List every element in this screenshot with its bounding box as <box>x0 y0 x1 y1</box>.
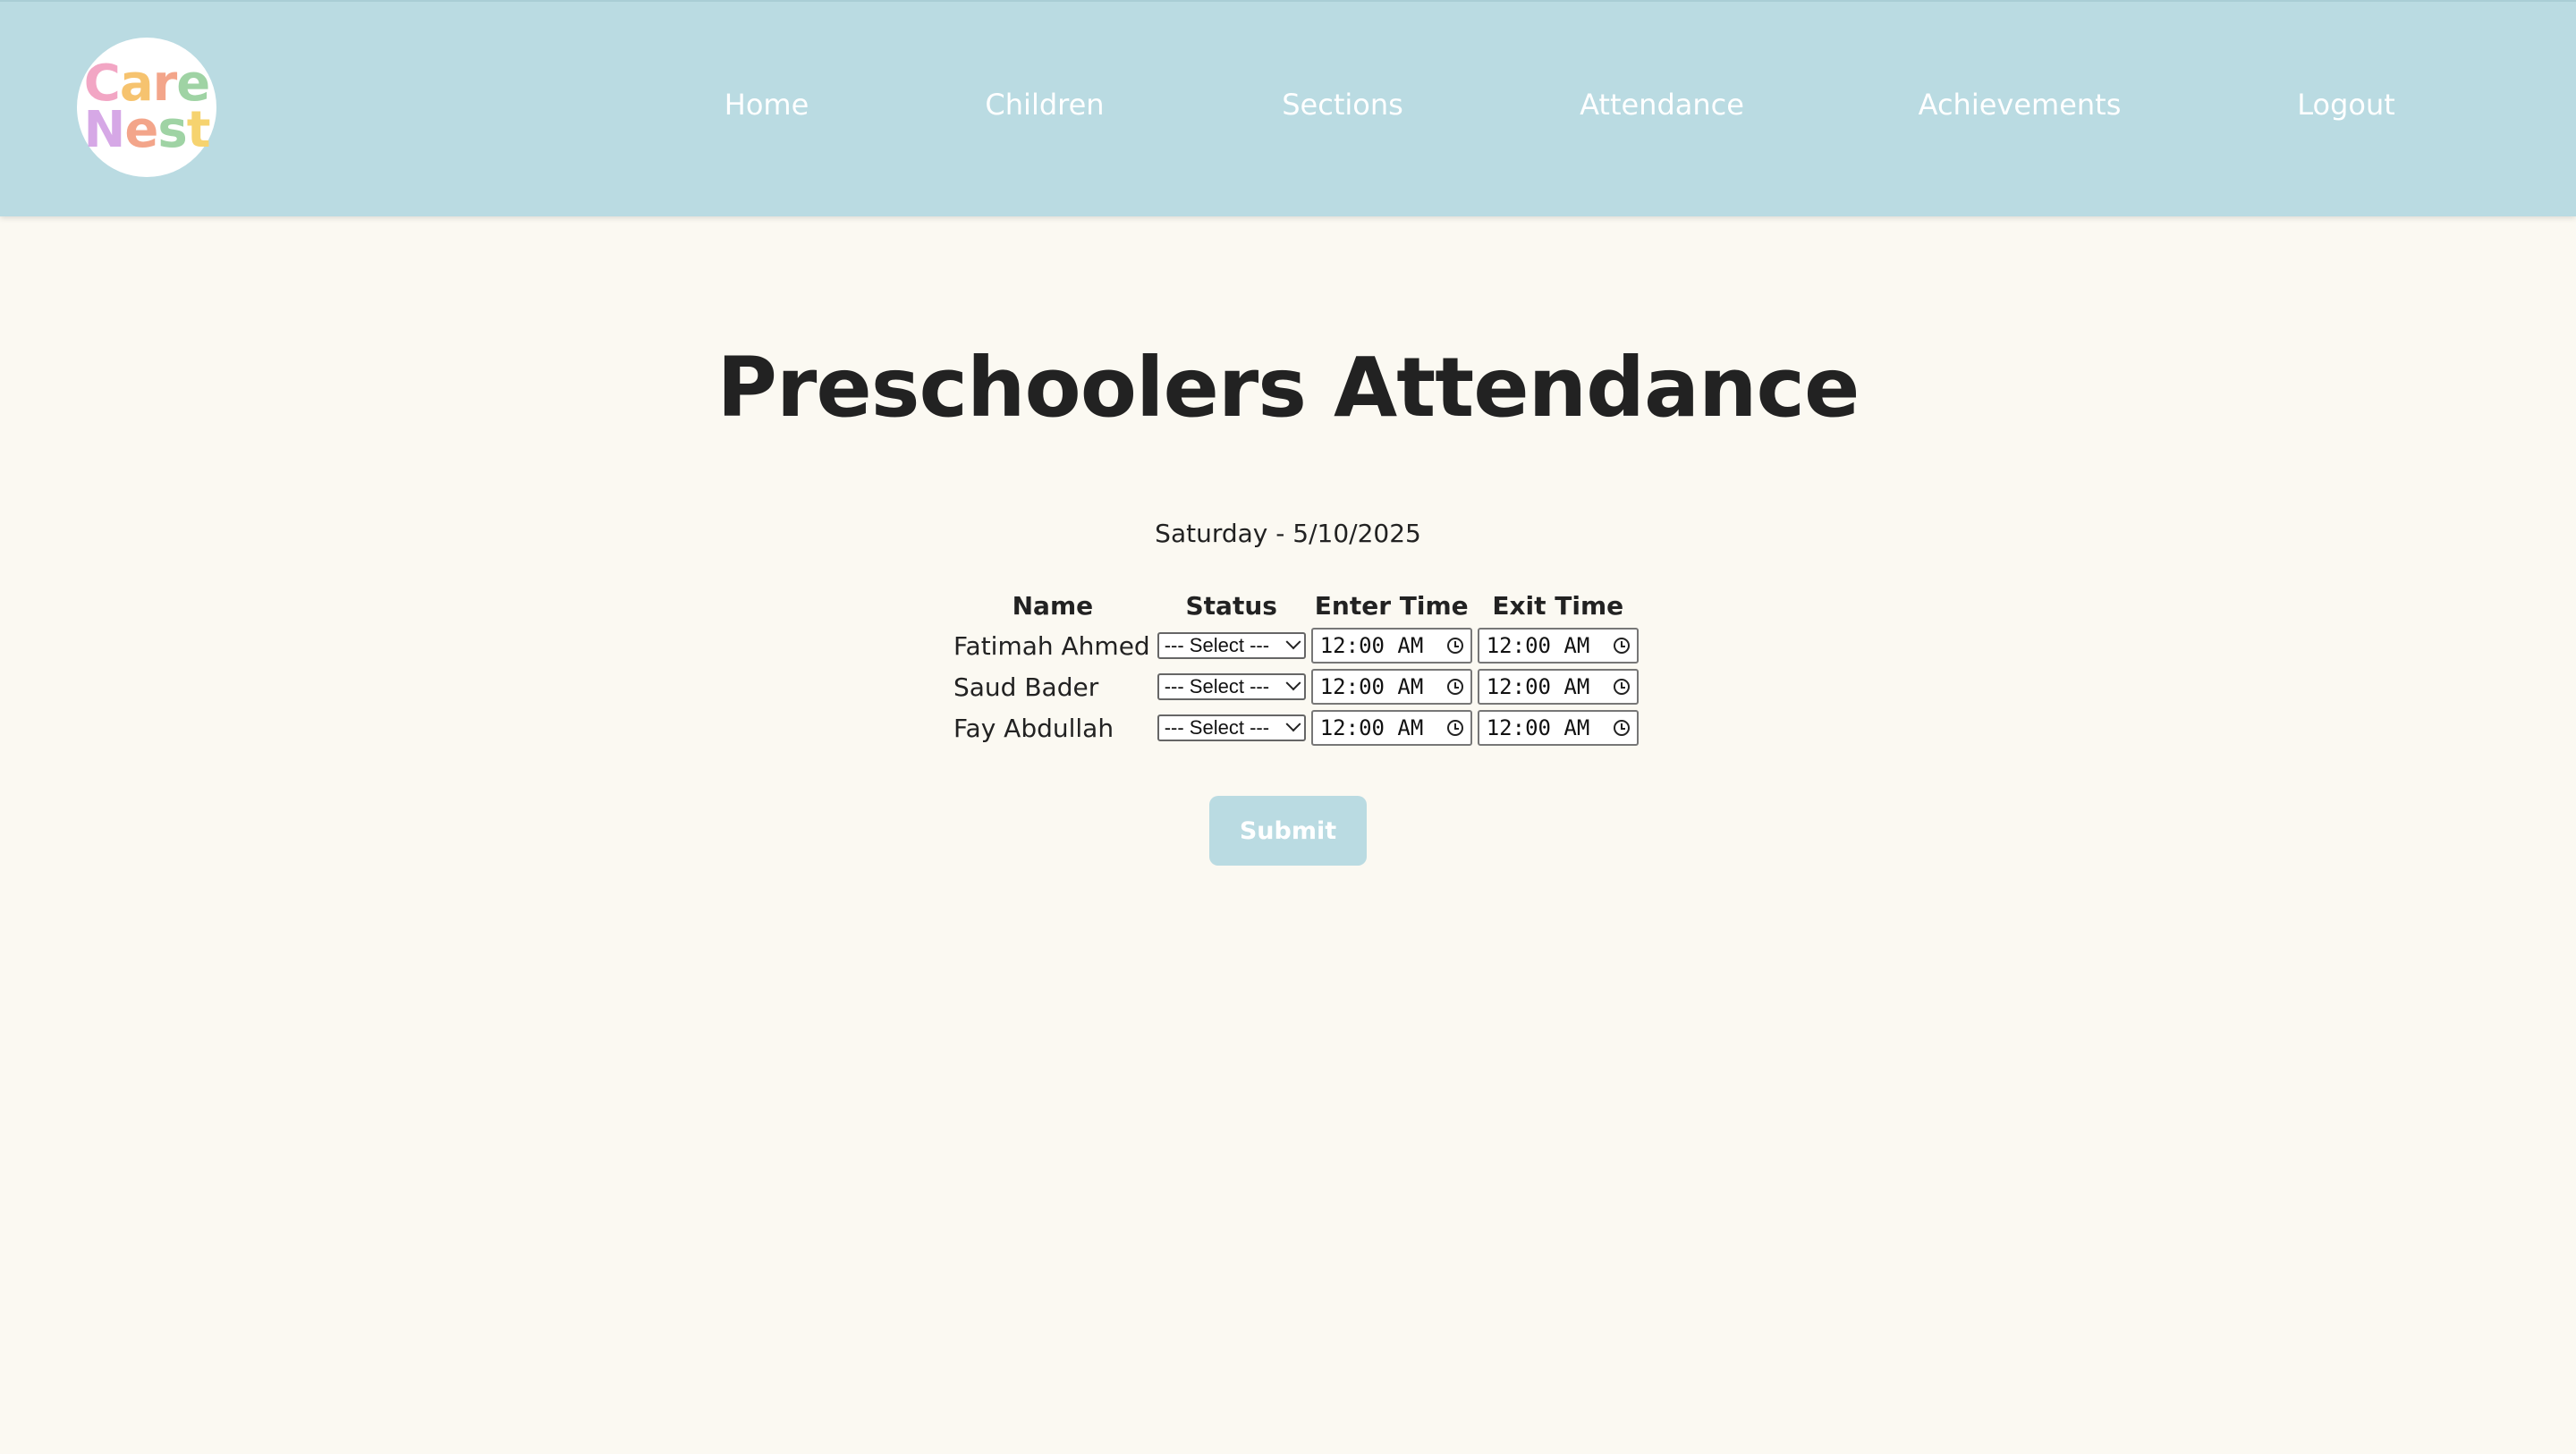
table-header-row: Name Status Enter Time Exit Time <box>953 588 1639 622</box>
chevron-down-icon <box>1285 675 1301 691</box>
exit-time-input[interactable]: 12:00 AM <box>1477 628 1639 664</box>
child-name: Saud Bader <box>953 672 1099 702</box>
enter-time-value: 12:00 AM <box>1319 715 1424 740</box>
table-row: Saud Bader --- Select --- 12:00 AM 12:00… <box>953 669 1639 705</box>
enter-time-cell: 12:00 AM <box>1310 628 1472 664</box>
header-status: Status <box>1185 590 1277 621</box>
table-row: Fatimah Ahmed --- Select --- 12:00 AM 12… <box>953 628 1639 664</box>
clock-icon[interactable] <box>1613 720 1630 736</box>
enter-time-input[interactable]: 12:00 AM <box>1310 710 1472 746</box>
enter-time-value: 12:00 AM <box>1319 674 1424 699</box>
chevron-down-icon <box>1285 716 1301 732</box>
clock-icon[interactable] <box>1446 679 1463 695</box>
exit-time-cell: 12:00 AM <box>1477 710 1639 746</box>
status-select-value: --- Select --- <box>1164 716 1270 739</box>
clock-icon[interactable] <box>1613 638 1630 654</box>
enter-time-input[interactable]: 12:00 AM <box>1310 628 1472 664</box>
enter-time-input[interactable]: 12:00 AM <box>1310 669 1472 705</box>
logo-letter: e <box>124 101 158 159</box>
logo-letter: N <box>83 101 126 159</box>
table-row: Fay Abdullah --- Select --- 12:00 AM 12:… <box>953 710 1639 746</box>
enter-time-value: 12:00 AM <box>1319 633 1424 658</box>
child-name: Fatimah Ahmed <box>953 630 1150 661</box>
chevron-down-icon <box>1285 634 1301 650</box>
status-select-value: --- Select --- <box>1164 675 1270 697</box>
header-enter-time: Enter Time <box>1314 590 1469 621</box>
submit-button[interactable]: Submit <box>1209 796 1367 866</box>
exit-time-value: 12:00 AM <box>1486 715 1590 740</box>
status-select[interactable]: --- Select --- <box>1157 714 1306 741</box>
exit-time-cell: 12:00 AM <box>1477 669 1639 705</box>
nav-attendance[interactable]: Attendance <box>1580 88 1744 122</box>
clock-icon[interactable] <box>1613 679 1630 695</box>
child-name: Fay Abdullah <box>953 713 1114 743</box>
status-select[interactable]: --- Select --- <box>1157 673 1306 700</box>
exit-time-value: 12:00 AM <box>1486 674 1590 699</box>
clock-icon[interactable] <box>1446 638 1463 654</box>
status-cell: --- Select --- <box>1157 628 1306 664</box>
logo-letter: s <box>157 101 187 159</box>
nav-achievements[interactable]: Achievements <box>1919 88 2122 122</box>
enter-time-cell: 12:00 AM <box>1310 710 1472 746</box>
attendance-date: Saturday - 5/10/2025 <box>1155 519 1421 548</box>
nav-logout[interactable]: Logout <box>2297 88 2395 122</box>
status-select[interactable]: --- Select --- <box>1157 632 1306 659</box>
status-cell: --- Select --- <box>1157 710 1306 746</box>
logo-line-nest: N e s t <box>83 101 211 159</box>
clock-icon[interactable] <box>1446 720 1463 736</box>
attendance-table: Name Status Enter Time Exit Time Fatimah… <box>948 583 1644 751</box>
enter-time-cell: 12:00 AM <box>1310 669 1472 705</box>
nav-children[interactable]: Children <box>985 88 1104 122</box>
status-cell: --- Select --- <box>1157 669 1306 705</box>
status-select-value: --- Select --- <box>1164 634 1270 656</box>
page-title: Preschoolers Attendance <box>716 340 1860 435</box>
nav-sections[interactable]: Sections <box>1282 88 1403 122</box>
carenest-logo[interactable]: C a r e N e s t <box>77 38 216 177</box>
logo-letter: t <box>186 101 211 159</box>
header-name: Name <box>1012 590 1094 621</box>
nav-home[interactable]: Home <box>724 88 809 122</box>
exit-time-value: 12:00 AM <box>1486 633 1590 658</box>
exit-time-cell: 12:00 AM <box>1477 628 1639 664</box>
exit-time-input[interactable]: 12:00 AM <box>1477 710 1639 746</box>
navbar: C a r e N e s t Home Children Sections A… <box>0 0 2576 216</box>
header-exit-time: Exit Time <box>1492 590 1624 621</box>
exit-time-input[interactable]: 12:00 AM <box>1477 669 1639 705</box>
